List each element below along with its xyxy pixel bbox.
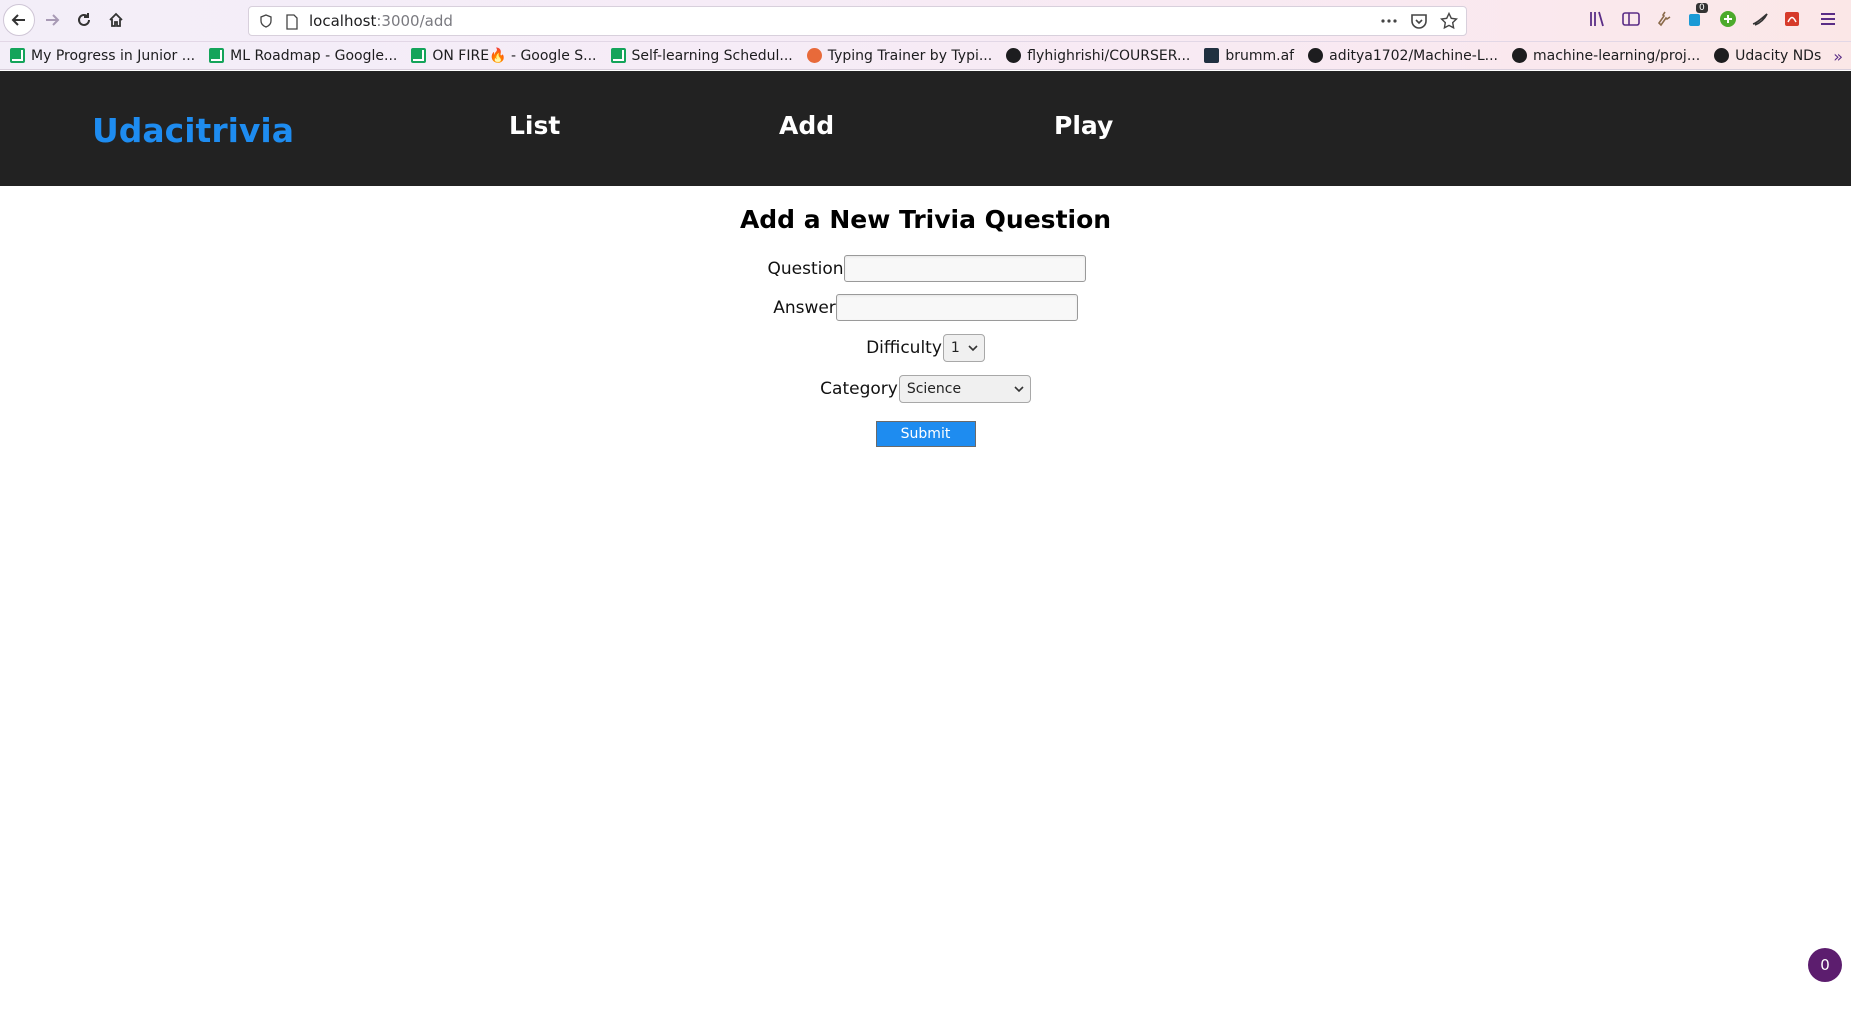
page-title: Add a New Trivia Question — [739, 205, 1112, 234]
extension-badge: 0 — [1696, 3, 1708, 13]
nav-link-add[interactable]: Add — [779, 111, 834, 140]
feather-icon — [1752, 13, 1768, 26]
answer-label: Answer — [773, 297, 836, 318]
extension-plus-button[interactable] — [1718, 9, 1738, 29]
extension-pdf-button[interactable] — [1782, 9, 1802, 29]
category-label: Category — [820, 379, 898, 399]
brand-logo[interactable]: Udacitrivia — [92, 111, 294, 150]
home-icon — [109, 12, 123, 27]
pocket-icon[interactable] — [1410, 12, 1428, 30]
react-icon — [1204, 48, 1220, 63]
bookmark-item[interactable]: machine-learning/proj... — [1511, 48, 1700, 64]
github-icon — [1511, 48, 1527, 63]
extension-counter-button[interactable]: 0 — [1686, 3, 1708, 29]
github-icon — [1006, 48, 1022, 63]
difficulty-select[interactable]: 1 — [942, 334, 985, 362]
url-bar[interactable]: localhost:3000/add — [248, 6, 1467, 36]
bookmark-item[interactable]: ON FIRE🔥 - Google S... — [411, 48, 597, 64]
page-actions-icon[interactable] — [1380, 12, 1398, 30]
counter-badge[interactable]: 0 — [1808, 948, 1842, 982]
chevron-down-icon — [968, 345, 978, 352]
url-text[interactable]: localhost:3000/add — [309, 12, 453, 30]
bookmark-item[interactable]: My Progress in Junior ... — [10, 48, 195, 64]
chevron-down-icon — [1014, 386, 1024, 393]
bookmark-item[interactable]: brumm.af — [1204, 48, 1294, 64]
bookmark-item[interactable]: aditya1702/Machine-L... — [1308, 48, 1498, 64]
submit-row: Submit — [0, 421, 1851, 447]
back-button[interactable] — [3, 4, 35, 36]
plus-circle-icon — [1720, 11, 1736, 27]
sheets-icon — [10, 48, 25, 63]
answer-input[interactable] — [835, 294, 1078, 321]
forward-button[interactable] — [36, 4, 68, 36]
bookmark-item[interactable]: flyhighrishi/COURSER... — [1006, 48, 1190, 64]
bookmark-star-icon[interactable] — [1440, 12, 1458, 30]
back-arrow-icon — [11, 14, 25, 26]
sheets-icon — [610, 48, 626, 63]
menu-button[interactable] — [1818, 9, 1838, 29]
github-icon — [1308, 48, 1324, 63]
pdf-icon — [1785, 12, 1799, 26]
forward-arrow-icon — [46, 14, 60, 26]
nav-link-list[interactable]: List — [509, 111, 560, 140]
answer-row: Answer — [0, 294, 1851, 321]
question-label: Question — [767, 258, 844, 279]
github-icon — [1714, 48, 1730, 63]
difficulty-selected-value: 1 — [950, 340, 960, 356]
question-input[interactable] — [843, 255, 1086, 282]
extension-wrench-button[interactable] — [1653, 9, 1673, 29]
bookmark-item[interactable]: Typing Trainer by Typi... — [806, 48, 992, 64]
reload-button[interactable] — [68, 4, 100, 36]
app-header: Udacitrivia List Add Play — [0, 71, 1851, 186]
bookmarks-bar: My Progress in Junior ... ML Roadmap - G… — [0, 42, 1851, 70]
page-icon[interactable] — [285, 14, 299, 30]
hamburger-menu-icon — [1821, 13, 1835, 25]
difficulty-label: Difficulty — [866, 338, 942, 358]
shield-icon[interactable] — [259, 14, 273, 28]
library-button[interactable] — [1588, 9, 1608, 29]
bookmark-item[interactable]: ML Roadmap - Google... — [209, 48, 397, 64]
category-select[interactable]: Science — [898, 375, 1031, 403]
bookmarks-overflow-chevron-icon[interactable]: » — [1833, 47, 1843, 66]
category-row: Category Science — [0, 375, 1851, 403]
extension-feather-button[interactable] — [1750, 9, 1770, 29]
submit-button[interactable]: Submit — [875, 421, 976, 447]
bookmark-item[interactable]: Udacity NDs — [1714, 48, 1821, 64]
nav-link-play[interactable]: Play — [1054, 111, 1113, 140]
library-icon — [1590, 11, 1604, 27]
sheets-icon — [411, 48, 427, 63]
typing-icon — [806, 48, 822, 63]
sidebar-button[interactable] — [1621, 9, 1641, 29]
browser-toolbar: localhost:3000/add 0 — [0, 0, 1851, 42]
wrench-icon — [1657, 11, 1671, 27]
category-selected-value: Science — [906, 381, 962, 397]
reload-icon — [78, 13, 90, 26]
home-button[interactable] — [100, 4, 132, 36]
sidebar-icon — [1622, 12, 1640, 26]
bookmark-item[interactable]: Self-learning Schedul... — [610, 48, 793, 64]
difficulty-row: Difficulty 1 — [0, 334, 1851, 362]
question-row: Question — [0, 255, 1851, 282]
sheets-icon — [209, 48, 225, 63]
